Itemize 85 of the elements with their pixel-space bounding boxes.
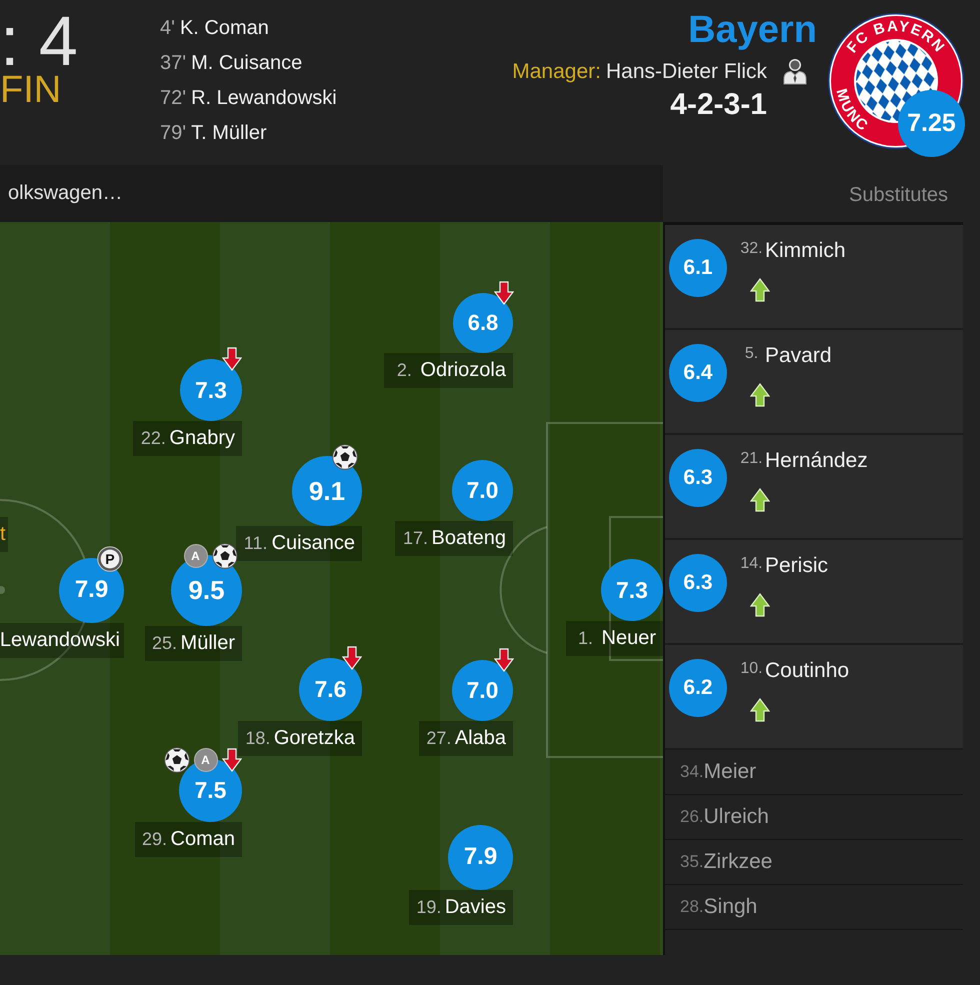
ball-icon bbox=[212, 542, 238, 568]
player-name: Odriozola bbox=[420, 359, 506, 382]
info-bar-text: olkswagen… bbox=[8, 182, 123, 205]
rating-circle: 7.3 bbox=[601, 559, 663, 621]
rating-circle: 6.3 bbox=[669, 449, 727, 507]
team-name: Bayern bbox=[688, 11, 817, 49]
player-name: Goretzka bbox=[274, 726, 355, 750]
rating-circle: 6.1 bbox=[669, 239, 727, 297]
shirt-number: 10. bbox=[739, 660, 764, 678]
down-arrow-icon bbox=[222, 347, 242, 371]
shirt-number: 19. bbox=[416, 896, 442, 918]
player-name: Singh bbox=[704, 896, 758, 918]
shirt-number: 1. bbox=[577, 628, 594, 649]
player-name: Kimmich bbox=[765, 240, 846, 262]
formation-text: 4-2-3-1 bbox=[670, 90, 767, 120]
shirt-number: 18. bbox=[244, 728, 271, 748]
shirt-number: 34. bbox=[680, 761, 704, 783]
shirt-number: 5. bbox=[744, 345, 760, 363]
player-name: Müller bbox=[180, 632, 235, 654]
player-name: Boateng bbox=[431, 526, 506, 550]
shirt-number: 26. bbox=[680, 806, 704, 828]
shirt-number: 28. bbox=[680, 896, 704, 918]
up-arrow-icon bbox=[750, 593, 770, 617]
player-name: Meier bbox=[704, 761, 756, 783]
rating-circle: 7.9 bbox=[448, 824, 513, 890]
penalty-icon: P bbox=[96, 546, 122, 572]
manager-label: Manager: bbox=[512, 60, 601, 84]
up-arrow-icon bbox=[750, 278, 770, 302]
player-name: Neuer bbox=[602, 627, 656, 650]
center-spot bbox=[0, 586, 5, 594]
scorer-name: K. Coman bbox=[180, 16, 269, 41]
player-name: Lewandowski bbox=[0, 628, 120, 652]
shirt-number: 21. bbox=[739, 450, 764, 468]
rating-circle: 7.0 bbox=[452, 460, 513, 520]
shirt-number: 35. bbox=[680, 851, 704, 873]
ball-icon bbox=[332, 444, 358, 470]
rating-circle: 6.2 bbox=[669, 659, 727, 717]
up-arrow-icon bbox=[750, 698, 770, 722]
player-name: Cuisance bbox=[272, 532, 355, 555]
shirt-number: 11. bbox=[242, 533, 268, 554]
rating-circle: 6.4 bbox=[669, 344, 727, 402]
player-name: Davies bbox=[444, 896, 506, 918]
shirt-number: 17. bbox=[402, 528, 428, 548]
scorer-minute: 37' bbox=[160, 51, 186, 76]
player-name: Hernández bbox=[765, 450, 868, 472]
up-arrow-icon bbox=[750, 383, 770, 407]
scorer-minute: 79' bbox=[160, 121, 186, 146]
rating-circle: 6.8 bbox=[453, 293, 513, 353]
ball-icon bbox=[164, 746, 190, 772]
shirt-number: 2. bbox=[396, 360, 413, 381]
player-name: t bbox=[0, 517, 8, 552]
assist-icon: A bbox=[194, 748, 218, 772]
up-arrow-icon bbox=[750, 488, 770, 512]
scorer-minute: 72' bbox=[160, 86, 186, 111]
scorer-name: T. Müller bbox=[191, 121, 267, 146]
scorer-name: R. Lewandowski bbox=[191, 86, 337, 111]
player-name: Coman bbox=[170, 828, 235, 850]
down-arrow-icon bbox=[494, 648, 514, 672]
player-name: Coutinho bbox=[765, 660, 850, 682]
shirt-number: 25. bbox=[152, 632, 178, 654]
shirt-number: 29. bbox=[142, 828, 168, 850]
manager-name: Hans-Dieter Flick bbox=[606, 60, 767, 84]
player-name: Perisic bbox=[765, 555, 828, 577]
substitutes-heading: Substitutes bbox=[849, 184, 948, 207]
scorer-name: M. Cuisance bbox=[191, 51, 302, 76]
player-name: Pavard bbox=[765, 345, 832, 367]
down-arrow-icon bbox=[222, 748, 242, 772]
rating-circle: 7.6 bbox=[299, 658, 362, 720]
rating-circle: 7.0 bbox=[452, 660, 513, 720]
down-arrow-icon bbox=[342, 646, 362, 670]
scorer-minute: 4' bbox=[160, 16, 175, 41]
shirt-number: 22. bbox=[140, 428, 166, 449]
rating-circle: 6.3 bbox=[669, 554, 727, 612]
assist-icon: A bbox=[184, 544, 208, 568]
shirt-number: 14. bbox=[739, 555, 764, 573]
player-name: Alaba bbox=[454, 726, 506, 750]
shirt-number: 27. bbox=[426, 728, 452, 748]
rating-circle: 9.1 bbox=[292, 456, 362, 526]
rating-circle: 7.3 bbox=[180, 359, 242, 421]
player-name: Gnabry bbox=[169, 427, 235, 450]
person-icon bbox=[782, 58, 808, 85]
player-name: Zirkzee bbox=[704, 851, 772, 873]
down-arrow-icon bbox=[494, 281, 514, 305]
shirt-number: 32. bbox=[739, 240, 764, 258]
player-name: Ulreich bbox=[704, 806, 769, 828]
